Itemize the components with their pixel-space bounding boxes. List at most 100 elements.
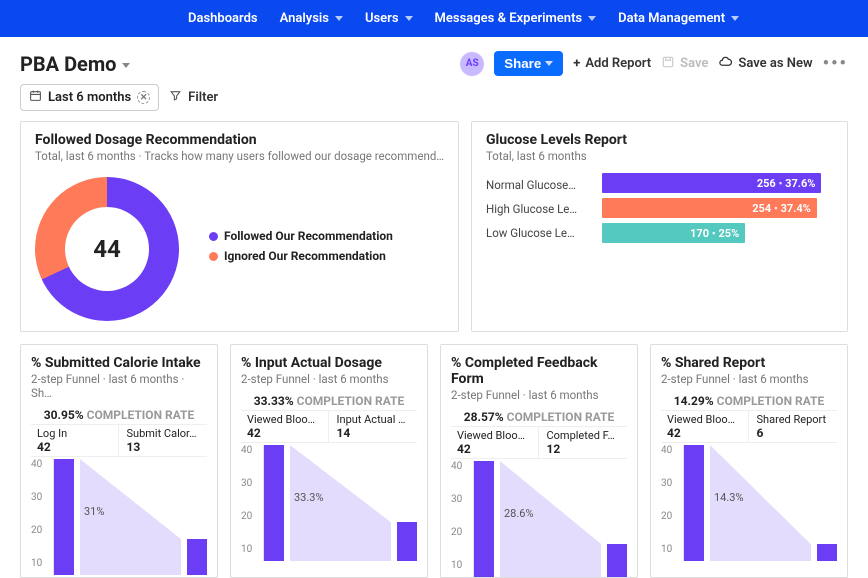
- avatar[interactable]: AS: [460, 52, 484, 76]
- save-label: Save: [680, 56, 708, 71]
- caret-down-icon: [122, 63, 130, 68]
- nav-item-messages-experiments[interactable]: Messages & Experiments: [435, 11, 597, 26]
- share-label: Share: [504, 56, 541, 71]
- share-button[interactable]: Share: [494, 51, 563, 76]
- glucose-chart: Normal Glucose…High Glucose Le…Low Gluco…: [486, 173, 833, 248]
- bar-value: 254: [752, 202, 771, 215]
- bar-pct: 37.4%: [781, 202, 811, 215]
- cloud-icon: [718, 54, 733, 73]
- nav-item-dashboards[interactable]: Dashboards: [188, 11, 258, 26]
- step-cell: Input Actual …14: [331, 411, 418, 442]
- clear-icon[interactable]: ✕: [137, 91, 150, 104]
- funnel-chart: 40302010 33.3%: [241, 445, 417, 561]
- funnel-card[interactable]: % Completed Feedback Form2-step Funnel ·…: [440, 344, 638, 578]
- step-cell: Viewed Bloo…42: [451, 427, 539, 458]
- funnel-bar: [684, 445, 704, 561]
- funnel-bar: [54, 459, 74, 575]
- step-cell: Shared Report6: [751, 411, 838, 442]
- falloff-area: 33.3%: [290, 445, 391, 561]
- funnel-card[interactable]: % Input Actual Dosage2-step Funnel · las…: [230, 344, 428, 578]
- y-axis: 40302010: [661, 445, 679, 561]
- glucose-bar: 256 • 37.6%: [602, 173, 821, 193]
- donut-wrap: 44 Followed Our Recommendation Ignored O…: [35, 177, 444, 321]
- falloff-area: 14.3%: [710, 445, 811, 561]
- step-header: Log In42Submit Calor…13: [31, 424, 207, 457]
- chart-plot: 14.3%: [683, 445, 837, 561]
- page-title-text: PBA Demo: [20, 52, 116, 76]
- top-card-grid: Followed Dosage Recommendation Total, la…: [0, 121, 868, 332]
- chart-plot: 31%: [53, 459, 207, 575]
- donut-center-value: 44: [65, 207, 149, 291]
- nav-item-data-management[interactable]: Data Management: [618, 11, 739, 26]
- nav-label: Analysis: [280, 11, 329, 26]
- funnel-chart: 40302010 28.6%: [451, 461, 627, 577]
- save-button: Save: [661, 55, 708, 73]
- funnel-bar: [607, 544, 627, 577]
- legend-row: Followed Our Recommendation: [209, 229, 393, 243]
- glucose-bar: 254 • 37.4%: [602, 198, 817, 218]
- caret-down-icon: [405, 16, 413, 21]
- completion-rate: 28.57% COMPLETION RATE: [451, 410, 627, 424]
- overflow-menu-icon[interactable]: •••: [823, 53, 848, 74]
- falloff-label: 28.6%: [504, 507, 534, 520]
- step-cell: Log In42: [31, 425, 119, 456]
- caret-down-icon: [335, 16, 343, 21]
- save-as-new-label: Save as New: [738, 56, 812, 71]
- card-subtitle: Total, last 6 months · Tracks how many u…: [35, 149, 444, 163]
- legend: Followed Our Recommendation Ignored Our …: [209, 229, 393, 269]
- caret-down-icon: [588, 16, 596, 21]
- add-report-label: Add Report: [585, 56, 651, 71]
- step-cell: Viewed Bloo…42: [241, 411, 329, 442]
- step-cell: Viewed Bloo…42: [661, 411, 749, 442]
- y-axis: 40302010: [451, 461, 469, 577]
- funnel-card[interactable]: % Shared Report2-step Funnel · last 6 mo…: [650, 344, 848, 578]
- date-range-label: Last 6 months: [48, 90, 131, 105]
- header-right: AS Share + Add Report Save Save as New •…: [460, 51, 848, 76]
- y-axis: 40302010: [31, 459, 49, 575]
- filter-button[interactable]: Filter: [169, 89, 218, 106]
- nav-label: Data Management: [618, 11, 725, 26]
- falloff-label: 33.3%: [294, 491, 324, 504]
- step-cell: Completed F…12: [541, 427, 628, 458]
- funnel-bar: [187, 539, 207, 575]
- chart-plot: 28.6%: [473, 461, 627, 577]
- save-as-new-button[interactable]: Save as New: [718, 54, 812, 73]
- card-title: Followed Dosage Recommendation: [35, 132, 444, 148]
- nav-label: Dashboards: [188, 11, 258, 26]
- legend-row: Ignored Our Recommendation: [209, 249, 393, 263]
- caret-down-icon: [545, 61, 553, 66]
- nav-item-analysis[interactable]: Analysis: [280, 11, 343, 26]
- y-axis: 40302010: [241, 445, 259, 561]
- funnel-bar: [474, 461, 494, 577]
- header-bar: PBA Demo AS Share + Add Report Save Save…: [0, 37, 868, 76]
- falloff-label: 14.3%: [714, 491, 744, 504]
- card-title: % Submitted Calorie Intake: [31, 355, 207, 371]
- legend-dot-icon: [209, 252, 218, 261]
- save-icon: [661, 55, 675, 73]
- plus-icon: +: [573, 56, 580, 71]
- calendar-icon: [29, 89, 42, 106]
- card-title: % Completed Feedback Form: [451, 355, 627, 387]
- glucose-row-label: Low Glucose Le…: [486, 221, 602, 245]
- step-header: Viewed Bloo…42Shared Report6: [661, 410, 837, 443]
- completion-rate: 14.29% COMPLETION RATE: [661, 394, 837, 408]
- card-title: % Shared Report: [661, 355, 837, 371]
- tool-row: Last 6 months ✕ Filter: [0, 76, 868, 121]
- nav-label: Messages & Experiments: [435, 11, 583, 26]
- step-header: Viewed Bloo…42Input Actual …14: [241, 410, 417, 443]
- funnel-card[interactable]: % Submitted Calorie Intake2-step Funnel …: [20, 344, 218, 578]
- bar-value: 170: [690, 227, 709, 240]
- dosage-card[interactable]: Followed Dosage Recommendation Total, la…: [20, 121, 459, 332]
- funnel-bar: [264, 445, 284, 561]
- glucose-labels: Normal Glucose…High Glucose Le…Low Gluco…: [486, 173, 602, 248]
- glucose-bar-row: 254 • 37.4%: [602, 198, 833, 218]
- top-nav: Dashboards Analysis Users Messages & Experi…: [0, 0, 868, 37]
- legend-label: Followed Our Recommendation: [224, 229, 393, 243]
- glucose-bar-row: 170 • 25%: [602, 223, 833, 243]
- page-title[interactable]: PBA Demo: [20, 52, 130, 76]
- date-range-picker[interactable]: Last 6 months ✕: [20, 84, 159, 111]
- add-report-button[interactable]: + Add Report: [573, 56, 651, 71]
- funnel-bar: [397, 522, 417, 561]
- glucose-card[interactable]: Glucose Levels Report Total, last 6 mont…: [471, 121, 848, 332]
- nav-item-users[interactable]: Users: [365, 11, 413, 26]
